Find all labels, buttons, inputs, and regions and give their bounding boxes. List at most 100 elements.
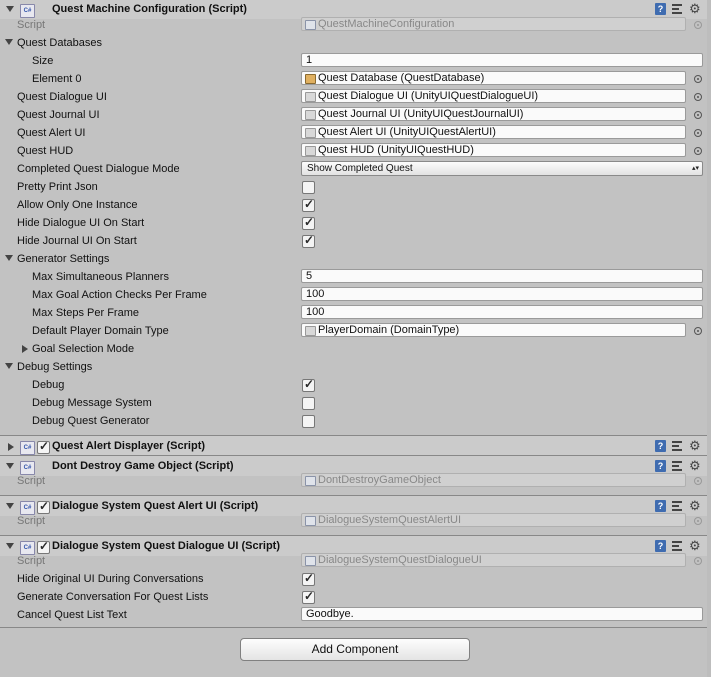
- domain-type-value: PlayerDomain (DomainType): [318, 324, 460, 336]
- quest-databases-row[interactable]: Quest Databases: [0, 34, 711, 52]
- hud-label: Quest HUD: [17, 145, 74, 157]
- object-picker-icon[interactable]: [694, 517, 702, 525]
- preset-icon[interactable]: [672, 540, 684, 552]
- script-label: Script: [17, 19, 46, 31]
- journal-ui-field[interactable]: Quest Journal UI (UnityUIQuestJournalUI): [301, 107, 686, 121]
- cancel-text-field[interactable]: Goodbye.: [301, 607, 703, 621]
- component-header-quest-alert-displayer[interactable]: C# ✓ Quest Alert Displayer (Script) ? ⚙: [0, 438, 711, 456]
- object-picker-icon[interactable]: [694, 21, 702, 29]
- gameobject-icon: [305, 92, 316, 102]
- object-picker-icon[interactable]: [694, 93, 702, 101]
- alert-ui-field[interactable]: Quest Alert UI (UnityUIQuestAlertUI): [301, 125, 686, 139]
- max-steps-value: 100: [306, 306, 325, 318]
- completed-mode-label: Completed Quest Dialogue Mode: [17, 163, 180, 175]
- checkmark-icon: ✓: [304, 197, 315, 211]
- foldout-arrow-icon[interactable]: [6, 503, 14, 509]
- gear-icon[interactable]: ⚙: [689, 438, 701, 454]
- debug-settings-row[interactable]: Debug Settings: [0, 358, 711, 376]
- pretty-print-checkbox[interactable]: [302, 181, 315, 194]
- object-picker-icon[interactable]: [694, 147, 702, 155]
- allow-one-checkbox[interactable]: ✓: [302, 197, 315, 212]
- generator-settings-row[interactable]: Generator Settings: [0, 250, 711, 268]
- hide-journal-checkbox[interactable]: ✓: [302, 233, 315, 248]
- pretty-print-label: Pretty Print Json: [17, 181, 98, 193]
- debug-gen-checkbox[interactable]: [302, 415, 315, 428]
- preset-icon[interactable]: [672, 460, 684, 472]
- dialogue-ui-field[interactable]: Quest Dialogue UI (UnityUIQuestDialogueU…: [301, 89, 686, 103]
- script-field-value: DontDestroyGameObject: [318, 474, 441, 486]
- foldout-arrow-icon[interactable]: [5, 363, 13, 369]
- scrollbar[interactable]: [707, 0, 711, 677]
- size-label: Size: [32, 55, 54, 67]
- object-picker-icon[interactable]: [694, 75, 702, 83]
- max-goal-label: Max Goal Action Checks Per Frame: [32, 289, 207, 301]
- help-icon[interactable]: ?: [655, 540, 666, 552]
- header-icons: ? ⚙: [655, 438, 707, 454]
- generate-conv-label: Generate Conversation For Quest Lists: [17, 591, 209, 603]
- script-label: Script: [17, 475, 46, 487]
- domain-type-label: Default Player Domain Type: [32, 325, 169, 337]
- foldout-arrow-icon[interactable]: [5, 255, 13, 261]
- goal-selection-row[interactable]: Goal Selection Mode: [0, 340, 711, 358]
- script-field[interactable]: DontDestroyGameObject: [301, 473, 686, 487]
- foldout-arrow-icon[interactable]: [5, 39, 13, 45]
- debug-msg-checkbox[interactable]: [302, 397, 315, 410]
- hud-value: Quest HUD (UnityUIQuestHUD): [318, 144, 474, 156]
- generate-conv-checkbox[interactable]: ✓: [302, 589, 315, 604]
- object-picker-icon[interactable]: [694, 111, 702, 119]
- header-icons: ? ⚙: [655, 1, 707, 17]
- hud-field[interactable]: Quest HUD (UnityUIQuestHUD): [301, 143, 686, 157]
- domain-type-field[interactable]: PlayerDomain (DomainType): [301, 323, 686, 337]
- help-icon[interactable]: ?: [655, 3, 666, 15]
- hide-original-checkbox[interactable]: ✓: [302, 571, 315, 586]
- gear-icon[interactable]: ⚙: [689, 1, 701, 17]
- hide-dialogue-checkbox[interactable]: ✓: [302, 215, 315, 230]
- object-picker-icon[interactable]: [694, 477, 702, 485]
- checkmark-icon: ✓: [304, 589, 315, 603]
- component-title: Dont Destroy Game Object (Script): [52, 460, 234, 472]
- checkmark-icon: ✓: [304, 233, 315, 247]
- hide-journal-row: Hide Journal UI On Start ✓: [0, 232, 711, 250]
- help-icon[interactable]: ?: [655, 460, 666, 472]
- object-picker-icon[interactable]: [694, 557, 702, 565]
- size-field[interactable]: 1: [301, 53, 703, 67]
- foldout-arrow-icon[interactable]: [22, 345, 28, 353]
- add-component-button[interactable]: Add Component: [240, 638, 470, 661]
- foldout-arrow-icon[interactable]: [8, 443, 14, 451]
- component-enabled-checkbox[interactable]: ✓: [37, 439, 50, 454]
- allow-one-row: Allow Only One Instance ✓: [0, 196, 711, 214]
- hud-row: Quest HUD Quest HUD (UnityUIQuestHUD): [0, 142, 711, 160]
- help-icon[interactable]: ?: [655, 440, 666, 452]
- object-picker-icon[interactable]: [694, 129, 702, 137]
- component-title: Dialogue System Quest Alert UI (Script): [52, 500, 259, 512]
- debug-msg-row: Debug Message System: [0, 394, 711, 412]
- preset-icon[interactable]: [672, 3, 684, 15]
- debug-checkbox[interactable]: ✓: [302, 377, 315, 392]
- max-steps-row: Max Steps Per Frame 100: [0, 304, 711, 322]
- max-planners-value: 5: [306, 270, 313, 282]
- dialogue-ui-row: Quest Dialogue UI Quest Dialogue UI (Uni…: [0, 88, 711, 106]
- max-planners-field[interactable]: 5: [301, 269, 703, 283]
- checkmark-icon: ✓: [304, 377, 315, 391]
- completed-mode-dropdown[interactable]: Show Completed Quest ▴▾: [301, 161, 703, 176]
- size-row: Size 1: [0, 52, 711, 70]
- debug-msg-label: Debug Message System: [32, 397, 152, 409]
- hide-journal-label: Hide Journal UI On Start: [17, 235, 137, 247]
- script-row: Script DialogueSystemQuestDialogueUI: [0, 552, 711, 570]
- script-field-value: DialogueSystemQuestDialogueUI: [318, 554, 482, 566]
- element0-field[interactable]: Quest Database (QuestDatabase): [301, 71, 686, 85]
- preset-icon[interactable]: [672, 500, 684, 512]
- foldout-arrow-icon[interactable]: [6, 463, 14, 469]
- help-icon[interactable]: ?: [655, 500, 666, 512]
- foldout-arrow-icon[interactable]: [6, 543, 14, 549]
- object-picker-icon[interactable]: [694, 327, 702, 335]
- max-goal-field[interactable]: 100: [301, 287, 703, 301]
- script-field[interactable]: QuestMachineConfiguration: [301, 17, 686, 31]
- preset-icon[interactable]: [672, 440, 684, 452]
- script-field[interactable]: DialogueSystemQuestAlertUI: [301, 513, 686, 527]
- max-goal-value: 100: [306, 288, 325, 300]
- foldout-arrow-icon[interactable]: [6, 6, 14, 12]
- script-field[interactable]: DialogueSystemQuestDialogueUI: [301, 553, 686, 567]
- gameobject-icon: [305, 110, 316, 120]
- max-steps-field[interactable]: 100: [301, 305, 703, 319]
